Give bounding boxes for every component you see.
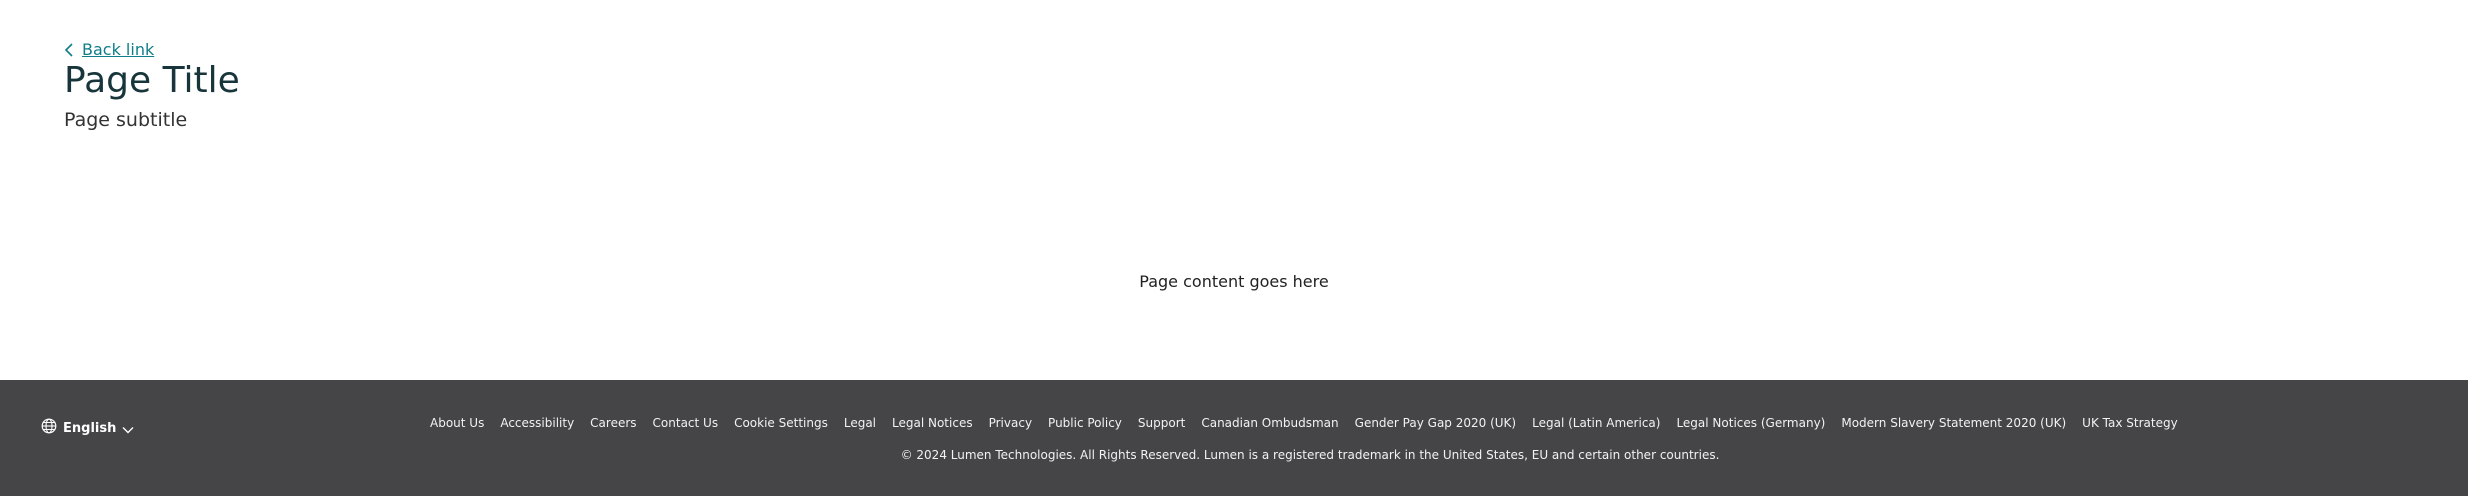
copyright-text: © 2024 Lumen Technologies. All Rights Re… bbox=[900, 448, 1720, 462]
footer-link-contact-us[interactable]: Contact Us bbox=[653, 416, 719, 430]
site-footer: English About Us Accessibility Careers C… bbox=[0, 380, 2468, 496]
footer-link-public-policy[interactable]: Public Policy bbox=[1048, 416, 1122, 430]
footer-link-accessibility[interactable]: Accessibility bbox=[500, 416, 574, 430]
globe-icon bbox=[41, 418, 57, 438]
footer-link-cookie-settings[interactable]: Cookie Settings bbox=[734, 416, 828, 430]
language-selector[interactable]: English bbox=[41, 418, 134, 438]
page-content: Page content goes here bbox=[0, 272, 2468, 291]
footer-link-support[interactable]: Support bbox=[1138, 416, 1185, 430]
footer-link-about-us[interactable]: About Us bbox=[430, 416, 484, 430]
footer-link-gender-pay-gap[interactable]: Gender Pay Gap 2020 (UK) bbox=[1355, 416, 1516, 430]
footer-link-careers[interactable]: Careers bbox=[590, 416, 636, 430]
footer-links: About Us Accessibility Careers Contact U… bbox=[430, 416, 2178, 430]
page-title: Page Title bbox=[64, 60, 240, 101]
back-link[interactable]: Back link bbox=[64, 40, 240, 59]
footer-link-modern-slavery-statement[interactable]: Modern Slavery Statement 2020 (UK) bbox=[1841, 416, 2066, 430]
footer-link-legal-notices-germany[interactable]: Legal Notices (Germany) bbox=[1676, 416, 1825, 430]
footer-link-privacy[interactable]: Privacy bbox=[989, 416, 1032, 430]
footer-link-legal-latin-america[interactable]: Legal (Latin America) bbox=[1532, 416, 1660, 430]
content-placeholder: Page content goes here bbox=[1139, 272, 1329, 291]
page-header: Back link Page Title Page subtitle bbox=[64, 40, 240, 133]
footer-link-canadian-ombudsman[interactable]: Canadian Ombudsman bbox=[1201, 416, 1338, 430]
language-label: English bbox=[63, 420, 117, 436]
page: Back link Page Title Page subtitle Page … bbox=[0, 0, 2468, 496]
back-link-label: Back link bbox=[82, 40, 155, 59]
footer-link-legal-notices[interactable]: Legal Notices bbox=[892, 416, 973, 430]
chevron-down-icon bbox=[122, 419, 134, 438]
footer-link-uk-tax-strategy[interactable]: UK Tax Strategy bbox=[2082, 416, 2178, 430]
footer-link-legal[interactable]: Legal bbox=[844, 416, 876, 430]
chevron-left-icon bbox=[64, 42, 74, 57]
page-subtitle: Page subtitle bbox=[64, 109, 188, 131]
